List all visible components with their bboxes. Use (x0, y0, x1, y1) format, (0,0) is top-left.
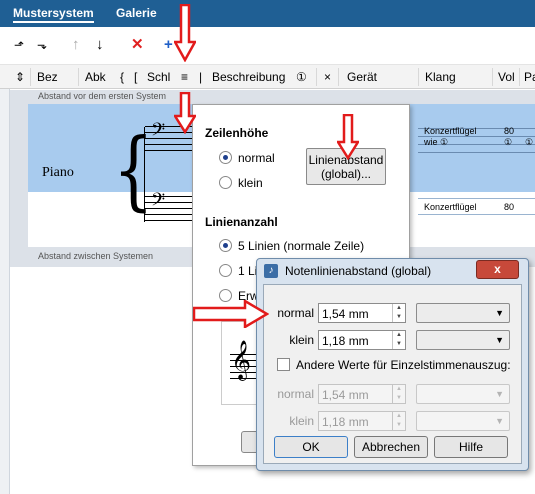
move-up-icon[interactable]: ↑ (72, 37, 80, 53)
klein-spin-input[interactable]: 1,18 mm ▲ ▼ (318, 330, 406, 350)
insert-staff-after-icon[interactable]: ⬎ (37, 37, 47, 53)
klein-value: 1,18 mm (322, 334, 369, 348)
klein2-value: 1,18 mm (322, 415, 369, 429)
tab-mustersystem[interactable]: Mustersystem (13, 6, 94, 23)
normal-label: normal (277, 306, 314, 320)
klein2-unit-combo[interactable]: ▼ (416, 411, 510, 431)
col-pa[interactable]: Pa (524, 70, 535, 84)
radio-normal[interactable] (219, 151, 232, 164)
treble-clef-icon: 𝄞 (231, 340, 252, 380)
col-vol[interactable]: Vol (498, 70, 515, 84)
normal2-spin-input[interactable]: 1,54 mm ▲ ▼ (318, 384, 406, 404)
spin-arrows-icon[interactable]: ▲ ▼ (392, 304, 405, 322)
chevron-down-icon: ▼ (495, 335, 504, 345)
tab-galerie[interactable]: Galerie (116, 6, 157, 20)
einzelstimmen-checkbox[interactable] (277, 358, 290, 371)
column-header: ⇕ Bez Abk { [ Schl ≡ | Beschreibung ① × … (0, 64, 535, 89)
app-icon: ♪ (264, 264, 278, 278)
red-arrow-down-icon (337, 114, 359, 160)
dialog-title: Notenlinienabstand (global) (285, 264, 432, 278)
tab-bar: Mustersystem Galerie (0, 0, 535, 27)
col-brace[interactable]: { (120, 70, 124, 84)
spin-arrows-icon[interactable]: ▲ ▼ (392, 385, 405, 403)
zeilenhoehe-title: Zeilenhöhe (205, 126, 269, 140)
radio-5-lines-label: 5 Linien (normale Zeile) (238, 239, 365, 253)
normal2-value: 1,54 mm (322, 388, 369, 402)
chevron-down-icon: ▼ (495, 416, 504, 426)
radio-1-line[interactable] (219, 264, 232, 277)
notenlinienabstand-dialog: ♪ Notenlinienabstand (global) x normal 1… (256, 258, 529, 471)
add-icon[interactable]: + (164, 37, 173, 53)
vol-value-2[interactable]: ① (504, 137, 512, 148)
radio-5-lines[interactable] (219, 239, 232, 252)
col-beschreibung[interactable]: Beschreibung (212, 70, 285, 84)
staff-2: 𝄢 (145, 190, 193, 226)
col-schl[interactable]: Schl (147, 70, 170, 84)
radio-normal-label: normal (238, 151, 275, 165)
normal-spin-input[interactable]: 1,54 mm ▲ ▼ (318, 303, 406, 323)
spin-arrows-icon[interactable]: ▲ ▼ (392, 331, 405, 349)
chevron-down-icon: ▼ (495, 389, 504, 399)
gap-before-first-system[interactable]: Abstand vor dem ersten System (10, 90, 535, 104)
col-bar[interactable]: | (199, 70, 202, 84)
chevron-down-icon: ▼ (495, 308, 504, 318)
toolbar: ⬏ ⬎ ↑ ↓ ✕ + (0, 27, 535, 64)
normal-value: 1,54 mm (322, 307, 369, 321)
clef-preview: 𝄞 (221, 321, 262, 405)
col-abk[interactable]: Abk (85, 70, 106, 84)
close-button[interactable]: x (476, 260, 519, 279)
klein-unit-combo[interactable]: ▼ (416, 330, 510, 350)
normal2-label: normal (277, 387, 314, 401)
klang-value[interactable]: Konzertflügel (424, 202, 477, 212)
klein-label: klein (289, 333, 314, 347)
radio-klein-label: klein (238, 176, 263, 190)
cancel-button[interactable]: Abbrechen (354, 436, 428, 458)
normal-unit-combo[interactable]: ▼ (416, 303, 510, 323)
left-strip (0, 89, 10, 494)
row-gutter (10, 104, 28, 247)
button-line-2: (global)... (320, 167, 372, 181)
drag-col-icon: ⇕ (15, 70, 26, 84)
col-geraet[interactable]: Gerät (347, 70, 377, 84)
klein2-spin-input[interactable]: 1,18 mm ▲ ▼ (318, 411, 406, 431)
linienanzahl-title: Linienanzahl (205, 215, 278, 229)
help-button[interactable]: Hilfe (434, 436, 508, 458)
pa-value-2[interactable]: ① (525, 137, 533, 148)
col-lines[interactable]: ≡ (181, 70, 188, 84)
delete-icon[interactable]: ✕ (131, 37, 144, 53)
insert-staff-before-icon[interactable]: ⬏ (14, 37, 24, 53)
red-arrow-down-icon (174, 4, 196, 62)
red-arrow-down-icon (174, 92, 196, 134)
spin-arrows-icon[interactable]: ▲ ▼ (392, 412, 405, 430)
col-klang[interactable]: Klang (425, 70, 456, 84)
move-down-icon[interactable]: ↓ (96, 37, 104, 53)
col-bez[interactable]: Bez (37, 70, 58, 84)
radio-klein[interactable] (219, 176, 232, 189)
klang-value[interactable]: Konzertflügel (424, 126, 477, 136)
vol-value[interactable]: 80 (504, 202, 514, 212)
bass-clef-icon: 𝄢 (151, 190, 166, 215)
einzelstimmen-label: Andere Werte für Einzelstimmenauszug: (296, 358, 511, 372)
vol-value[interactable]: 80 (504, 126, 514, 136)
ok-button[interactable]: OK (274, 436, 348, 458)
red-arrow-right-icon (193, 300, 269, 328)
instrument-name: Piano (42, 165, 74, 180)
bass-clef-icon: 𝄢 (151, 120, 166, 145)
klang-value-2[interactable]: wie ① (424, 137, 448, 148)
col-bracket[interactable]: [ (134, 70, 137, 84)
normal2-unit-combo[interactable]: ▼ (416, 384, 510, 404)
col-times[interactable]: × (324, 70, 331, 84)
klein2-label: klein (289, 414, 314, 428)
col-circle1[interactable]: ① (296, 70, 307, 84)
radio-1-line-label: 1 Li (238, 264, 258, 278)
